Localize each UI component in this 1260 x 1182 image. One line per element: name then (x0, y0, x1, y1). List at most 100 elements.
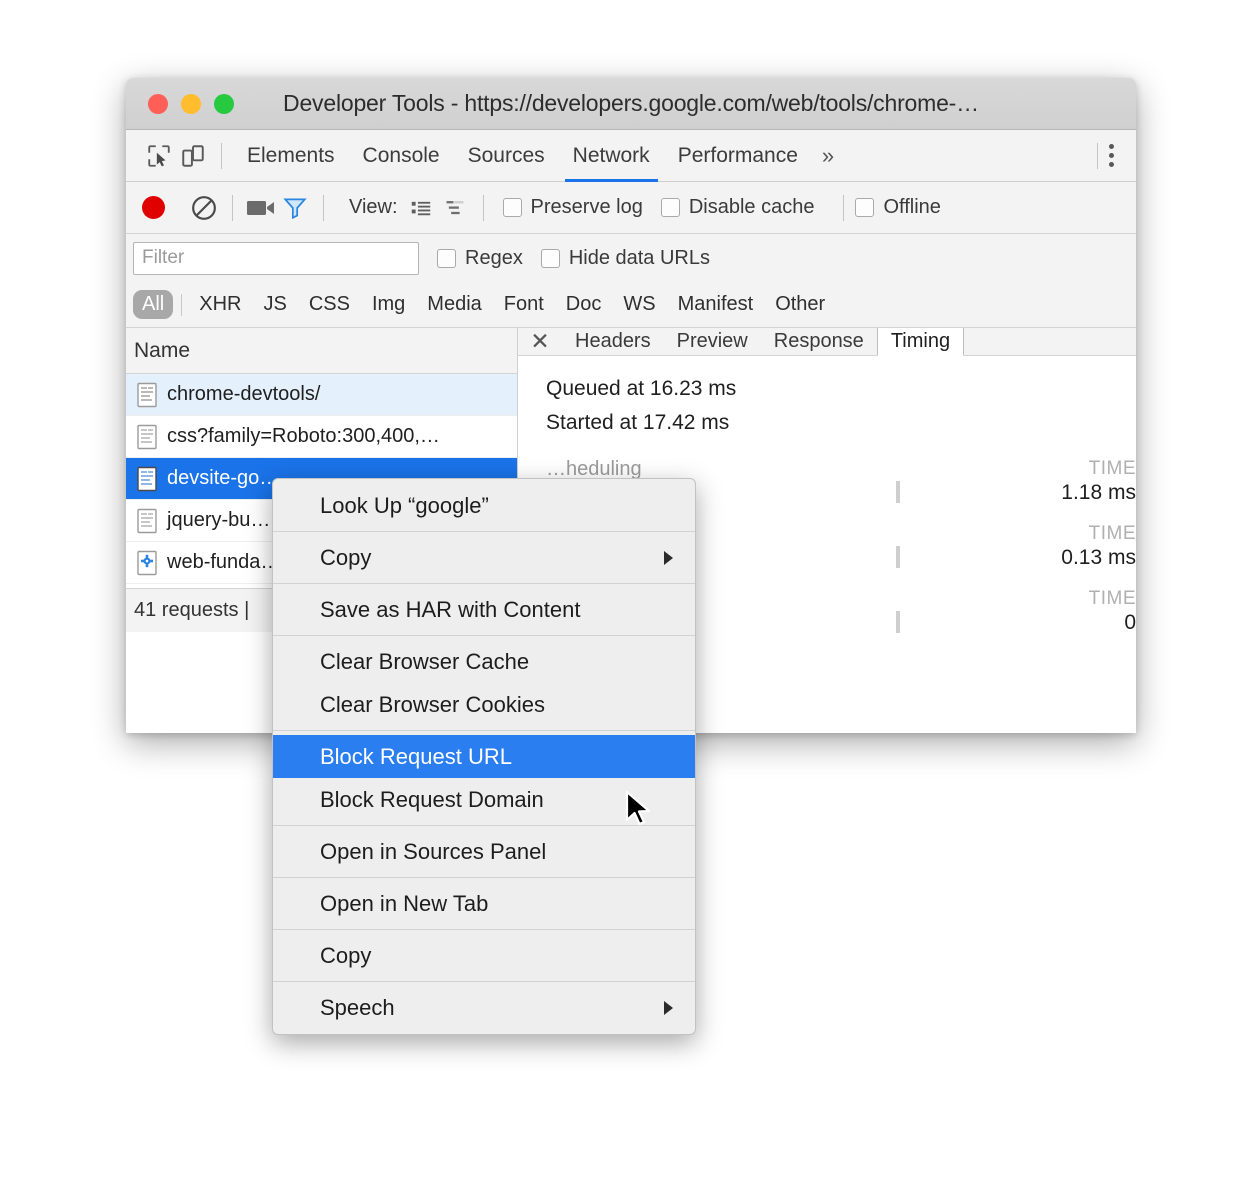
tab-headers[interactable]: Headers (562, 328, 664, 355)
menu-item-clear-browser-cache[interactable]: Clear Browser Cache (273, 640, 695, 683)
type-filter-other[interactable]: Other (766, 290, 834, 319)
request-name: css?family=Roboto:300,400,… (167, 425, 440, 447)
filter-row: Regex Hide data URLs (126, 234, 1136, 282)
context-menu[interactable]: Look Up “google” Copy Save as HAR with C… (272, 478, 696, 1035)
timing-time-header: TIME (1088, 458, 1136, 480)
menu-item-speech[interactable]: Speech (273, 986, 695, 1029)
detail-tabbar: ✕ Headers Preview Response Timing (518, 328, 1136, 356)
menu-separator (273, 929, 695, 930)
type-filter-doc[interactable]: Doc (557, 290, 611, 319)
zoom-window-button[interactable] (214, 93, 234, 114)
timing-queued: Queued at 16.23 ms (546, 377, 737, 400)
menu-item-open-in-new-tab[interactable]: Open in New Tab (273, 882, 695, 925)
table-row[interactable]: css?family=Roboto:300,400,… (126, 416, 517, 458)
menu-item-label: Copy (320, 544, 372, 570)
menu-separator (273, 583, 695, 584)
arrow-pointer-cursor (625, 790, 651, 826)
type-filter-xhr[interactable]: XHR (190, 290, 250, 319)
menu-item-copy[interactable]: Copy (273, 536, 695, 579)
request-name: web-funda… (167, 551, 281, 573)
script-gear-icon (137, 550, 157, 575)
nettoolbar-divider-3 (482, 194, 484, 221)
tab-sources[interactable]: Sources (454, 130, 559, 182)
menu-item-block-request-url[interactable]: Block Request URL (273, 735, 695, 778)
clear-button[interactable] (187, 191, 221, 225)
nettoolbar-divider-4 (843, 194, 845, 221)
close-icon[interactable]: ✕ (518, 328, 562, 355)
preserve-log-checkbox[interactable]: Preserve log (502, 196, 643, 219)
preserve-log-label: Preserve log (530, 196, 643, 218)
table-row[interactable]: chrome-devtools/ (126, 374, 517, 416)
hide-data-urls-checkbox[interactable]: Hide data URLs (540, 246, 710, 270)
tab-elements[interactable]: Elements (233, 130, 349, 182)
preserve-log-box[interactable] (502, 198, 522, 217)
timing-bar (896, 546, 900, 569)
document-icon (137, 424, 157, 449)
filter-button[interactable] (278, 191, 312, 225)
type-filter-divider (181, 293, 183, 316)
search-input[interactable] (133, 241, 419, 275)
record-button[interactable] (142, 196, 165, 219)
menu-separator (273, 981, 695, 982)
window-controls (148, 93, 234, 114)
type-filter-js[interactable]: JS (254, 290, 295, 319)
window-title: Developer Tools - https://developers.goo… (283, 90, 979, 116)
timing-bar (896, 481, 900, 504)
type-filter-css[interactable]: CSS (300, 290, 359, 319)
menu-separator (273, 730, 695, 731)
timing-time-header: TIME (1088, 588, 1136, 610)
request-name: devsite-go… (167, 467, 280, 489)
document-icon (137, 382, 157, 407)
tab-timing[interactable]: Timing (876, 328, 965, 356)
menu-item-save-as-har[interactable]: Save as HAR with Content (273, 588, 695, 631)
tab-preview[interactable]: Preview (664, 328, 761, 355)
type-filter-all[interactable]: All (133, 290, 174, 319)
nettoolbar-divider-1 (232, 194, 233, 221)
nettoolbar-divider-2 (323, 194, 324, 221)
close-window-button[interactable] (148, 93, 168, 114)
request-name: jquery-bu… (167, 509, 271, 531)
disable-cache-box[interactable] (660, 198, 680, 217)
devtools-panel-tabbar: Elements Console Sources Network Perform… (126, 130, 1136, 182)
network-toolbar: View: Preserve log Disable cache Offline (126, 182, 1136, 234)
list-view-icon[interactable] (404, 191, 438, 225)
tab-response[interactable]: Response (761, 328, 877, 355)
waterfall-view-icon[interactable] (438, 191, 472, 225)
regex-label: Regex (465, 246, 523, 269)
device-toolbar-icon[interactable] (176, 139, 210, 173)
type-filter-font[interactable]: Font (495, 290, 553, 319)
type-filter-img[interactable]: Img (363, 290, 414, 319)
regex-box[interactable] (437, 248, 456, 268)
regex-checkbox[interactable]: Regex (437, 247, 523, 270)
timing-value: 0.13 ms (1061, 546, 1136, 570)
minimize-window-button[interactable] (181, 93, 201, 114)
submenu-arrow-icon (664, 550, 673, 565)
offline-box[interactable] (855, 198, 875, 217)
offline-checkbox[interactable]: Offline (855, 196, 941, 219)
camera-button[interactable] (244, 191, 278, 225)
tab-network[interactable]: Network (559, 130, 664, 182)
offline-label: Offline (883, 196, 941, 218)
menu-item-copy-2[interactable]: Copy (273, 934, 695, 977)
hide-data-urls-label: Hide data URLs (568, 246, 710, 269)
type-filter-media[interactable]: Media (418, 290, 490, 319)
toolbar-divider (221, 142, 222, 169)
menu-item-clear-browser-cookies[interactable]: Clear Browser Cookies (273, 683, 695, 726)
resource-type-filters: All XHR JS CSS Img Media Font Doc WS Man… (126, 282, 1136, 328)
hide-data-urls-box[interactable] (540, 248, 560, 268)
tab-performance[interactable]: Performance (664, 130, 812, 182)
disable-cache-checkbox[interactable]: Disable cache (660, 196, 815, 219)
tab-console[interactable]: Console (349, 130, 454, 182)
menu-item-label: Speech (320, 994, 395, 1020)
disable-cache-label: Disable cache (688, 196, 815, 218)
inspect-cursor-icon[interactable] (142, 139, 176, 173)
menu-item-open-in-sources-panel[interactable]: Open in Sources Panel (273, 830, 695, 873)
menu-item-look-up[interactable]: Look Up “google” (273, 484, 695, 527)
kebab-menu-icon[interactable] (1109, 144, 1114, 167)
menu-separator (273, 531, 695, 532)
column-header-name[interactable]: Name (126, 328, 517, 374)
type-filter-ws[interactable]: WS (614, 290, 664, 319)
window-titlebar: Developer Tools - https://developers.goo… (126, 78, 1136, 130)
more-tabs-chevron-icon[interactable]: » (812, 130, 844, 182)
type-filter-manifest[interactable]: Manifest (669, 290, 763, 319)
